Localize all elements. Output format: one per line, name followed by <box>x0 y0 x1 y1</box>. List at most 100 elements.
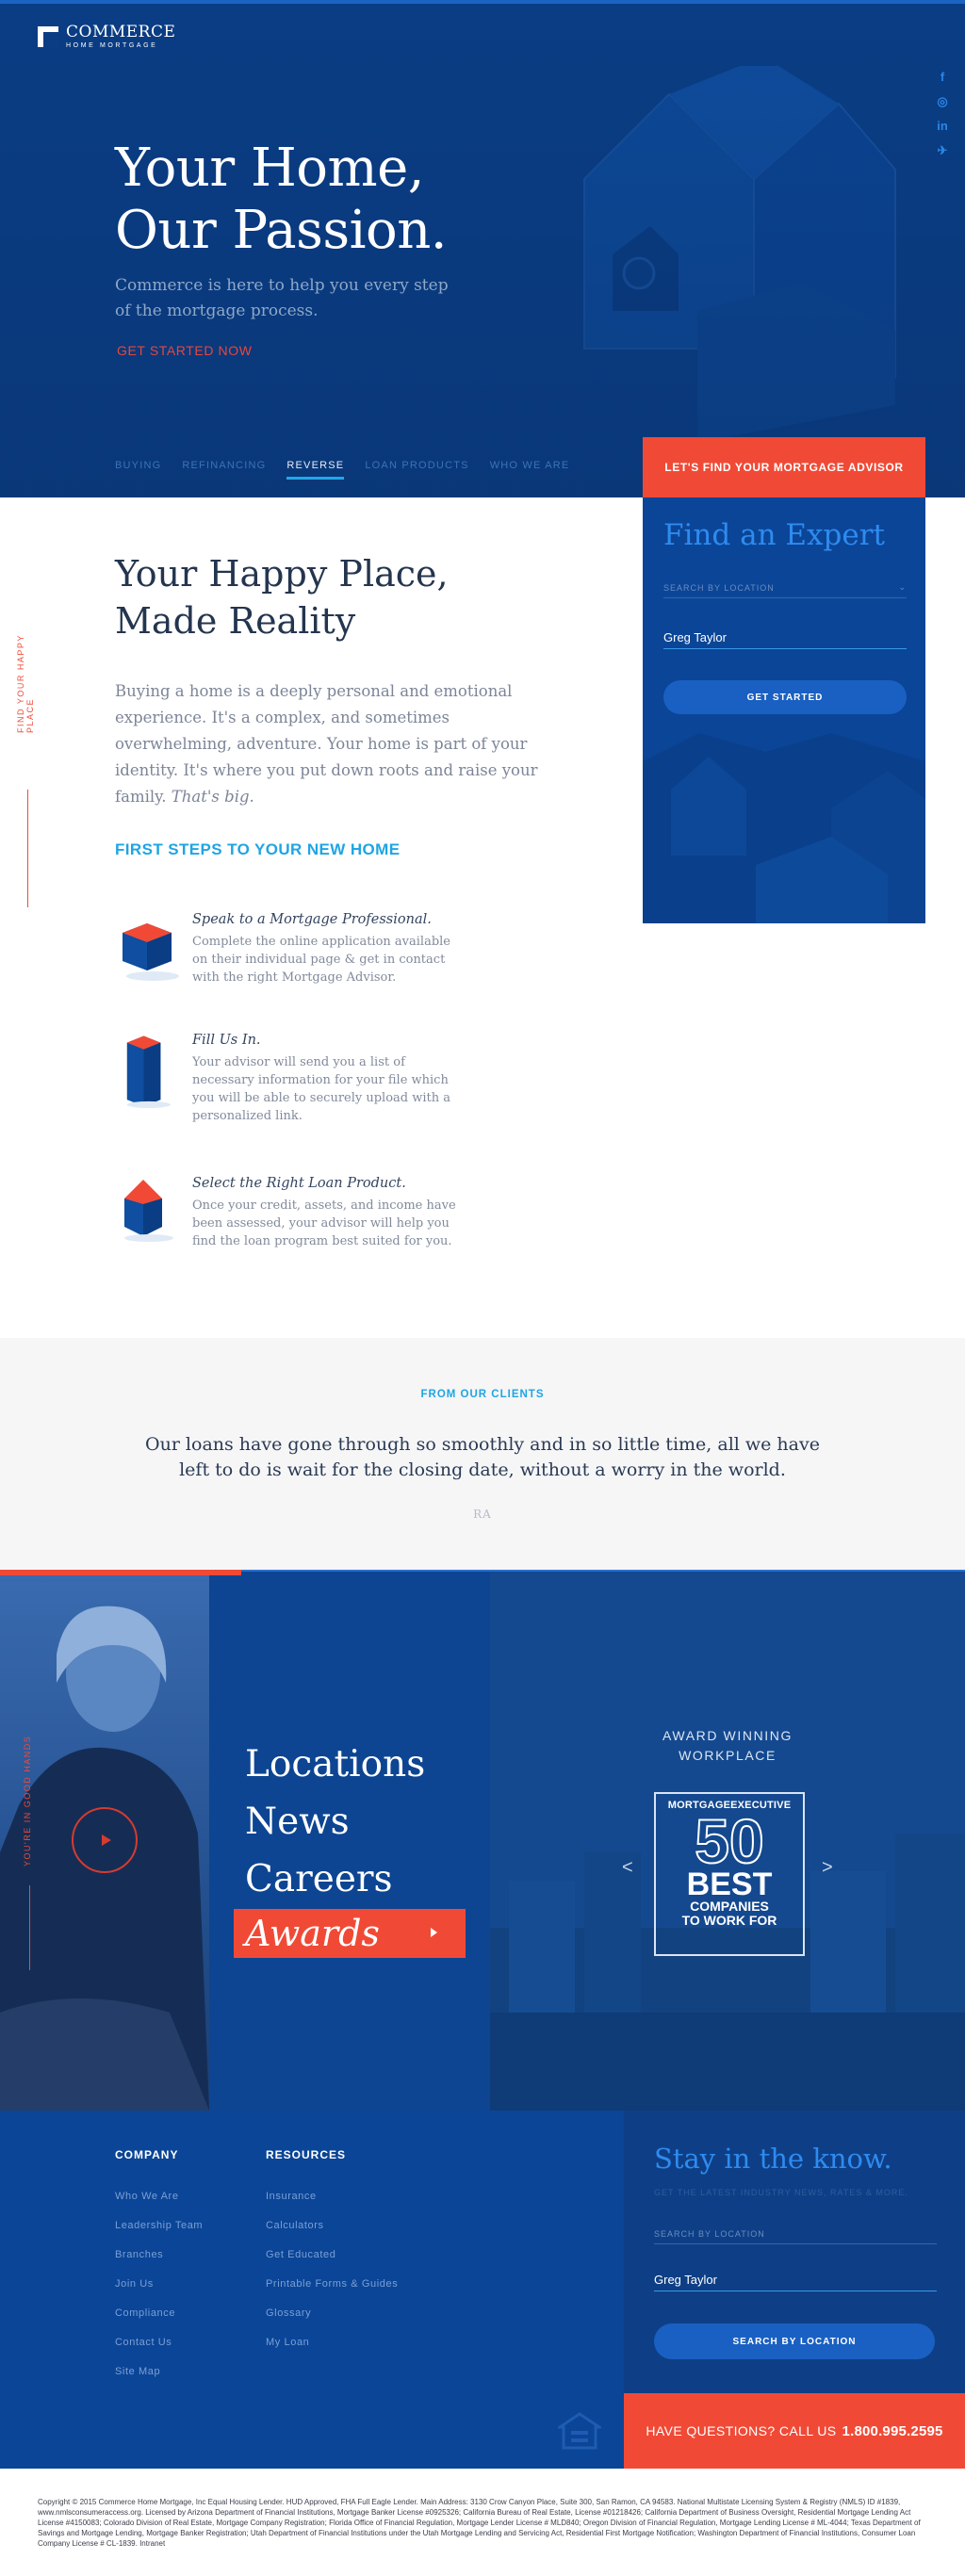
about-title-line1: Your Happy Place, <box>115 553 449 595</box>
footer-link-compliance[interactable]: Compliance <box>115 2299 203 2328</box>
hero-section: COMMERCE HOME MORTGAGE f ◎ in ✈ Your Hom… <box>0 0 965 497</box>
company-links: COMPANY Who We Are Leadership Team Branc… <box>115 2148 203 2387</box>
nav-item-reverse[interactable]: REVERSE <box>286 460 345 480</box>
links-awards-section: YOU'RE IN GOOD HANDS Locations News Care… <box>0 1570 965 2111</box>
about-title-line2: Made Reality <box>115 600 356 642</box>
social-links: f ◎ in ✈ <box>935 70 950 158</box>
testimonial-initials: RA <box>473 1508 492 1521</box>
newsletter-subtitle: GET THE LATEST INDUSTRY NEWS, RATES & MO… <box>654 2188 908 2197</box>
step-description: Your advisor will send you a list of nec… <box>192 1055 451 1123</box>
newsletter-panel: Stay in the know. GET THE LATEST INDUSTR… <box>624 2111 965 2393</box>
facebook-icon[interactable]: f <box>935 70 950 85</box>
twitter-icon[interactable]: ✈ <box>935 143 950 158</box>
building-icon <box>123 923 179 981</box>
step-description: Once your credit, assets, and income hav… <box>192 1198 456 1248</box>
legal-text: Copyright © 2015 Commerce Home Mortgage,… <box>38 2498 921 2548</box>
expert-name-input[interactable]: Greg Taylor <box>663 627 907 649</box>
footer-link-printable-forms[interactable]: Printable Forms & Guides <box>266 2270 398 2299</box>
side-label-text: FIND YOUR HAPPY PLACE <box>16 634 35 733</box>
newsletter-location-select[interactable]: SEARCH BY LOCATION <box>654 2224 937 2244</box>
commerce-logo[interactable]: COMMERCE HOME MORTGAGE <box>38 24 175 49</box>
find-your-happy-place-label: FIND YOUR HAPPY PLACE <box>16 601 54 907</box>
linkedin-icon[interactable]: in <box>935 119 950 134</box>
badge-number: 50 <box>694 1806 764 1876</box>
equal-housing-icon <box>558 2412 601 2450</box>
company-heading: COMPANY <box>115 2148 179 2161</box>
nav-item-who-we-are[interactable]: WHO WE ARE <box>490 460 570 480</box>
play-icon <box>101 1834 111 1846</box>
nav-item-buying[interactable]: BUYING <box>115 460 161 480</box>
badge-line1: COMPANIES <box>690 1899 769 1914</box>
nav-item-refinancing[interactable]: REFINANCING <box>182 460 266 480</box>
play-video-button[interactable] <box>72 1807 138 1873</box>
newsletter-title: Stay in the know. <box>654 2143 892 2175</box>
arrow-right-icon <box>431 1928 437 1937</box>
footer-link-glossary[interactable]: Glossary <box>266 2299 398 2328</box>
step-description: Complete the online application availabl… <box>192 935 450 985</box>
hero-title-line1: Your Home, <box>115 138 425 199</box>
expert-house-illustration <box>643 733 925 923</box>
instagram-icon[interactable]: ◎ <box>935 94 950 109</box>
footer-link-leadership-team[interactable]: Leadership Team <box>115 2211 203 2241</box>
news-link[interactable]: News <box>245 1793 425 1850</box>
footer-link-join-us[interactable]: Join Us <box>115 2270 203 2299</box>
footer-link-contact-us[interactable]: Contact Us <box>115 2328 203 2357</box>
footer-link-get-educated[interactable]: Get Educated <box>266 2241 398 2270</box>
step-title: Select the Right Loan Product. <box>192 1176 406 1191</box>
phone-number: 1.800.995.2595 <box>842 2422 943 2439</box>
testimonial-section: FROM OUR CLIENTS Our loans have gone thr… <box>0 1338 965 1570</box>
tower-icon <box>126 1035 171 1108</box>
resources-heading: RESOURCES <box>266 2148 347 2161</box>
testimonial-label: FROM OUR CLIENTS <box>420 1389 545 1400</box>
search-by-location-button[interactable]: SEARCH BY LOCATION <box>654 2323 935 2359</box>
step-title: Speak to a Mortgage Professional. <box>192 912 432 927</box>
award-heading: AWARD WINNING WORKPLACE <box>490 1726 965 1766</box>
footer-link-calculators[interactable]: Calculators <box>266 2211 398 2241</box>
careers-link[interactable]: Careers <box>245 1850 425 1908</box>
questions-label: HAVE QUESTIONS? CALL US <box>646 2423 837 2438</box>
award-heading-line1: AWARD WINNING <box>662 1728 793 1743</box>
awards-link[interactable]: Awards <box>234 1909 466 1958</box>
links-list: Locations News Careers <box>245 1736 425 1908</box>
get-started-now-link[interactable]: GET STARTED NOW <box>117 343 253 358</box>
find-advisor-button[interactable]: LET'S FIND YOUR MORTGAGE ADVISOR <box>643 437 925 497</box>
testimonial-quote: Our loans have gone through so smoothly … <box>145 1434 820 1480</box>
footer-link-site-map[interactable]: Site Map <box>115 2357 203 2387</box>
best-companies-badge: MORTGAGEEXECUTIVE 50 BEST COMPANIES TO W… <box>654 1792 805 1956</box>
logo-text: COMMERCE HOME MORTGAGE <box>66 23 176 50</box>
award-heading-line2: WORKPLACE <box>679 1748 777 1763</box>
badge-line2: TO WORK FOR <box>681 1913 777 1928</box>
badge-best: BEST <box>686 1867 773 1902</box>
awards-label: Awards <box>245 1913 380 1954</box>
find-expert-title: Find an Expert <box>663 518 885 552</box>
logo-name: COMMERCE <box>66 23 176 41</box>
advisor-photo: YOU'RE IN GOOD HANDS <box>0 1570 209 2111</box>
house-icon <box>124 1180 173 1242</box>
step-title: Fill Us In. <box>192 1033 261 1048</box>
award-city-panel: AWARD WINNING WORKPLACE MORTGAGEEXECUTIV… <box>490 1570 965 2111</box>
expert-get-started-button[interactable]: GET STARTED <box>663 680 907 714</box>
expert-location-placeholder: SEARCH BY LOCATION <box>663 582 775 593</box>
main-nav: BUYING REFINANCING REVERSE LOAN PRODUCTS… <box>115 460 569 480</box>
footer-link-branches[interactable]: Branches <box>115 2241 203 2270</box>
about-body-emphasis: That's big. <box>171 788 254 806</box>
good-hands-label: YOU'RE IN GOOD HANDS <box>23 1735 32 1867</box>
hero-title-line2: Our Passion. <box>115 200 448 261</box>
newsletter-name-input[interactable]: Greg Taylor <box>654 2269 937 2291</box>
footer-link-my-loan[interactable]: My Loan <box>266 2328 398 2357</box>
previous-award-button[interactable]: < <box>622 1857 633 1879</box>
expert-location-select[interactable]: SEARCH BY LOCATION ⌄ <box>663 578 907 598</box>
chevron-down-icon: ⌄ <box>898 582 907 592</box>
find-expert-panel: Find an Expert SEARCH BY LOCATION ⌄ Greg… <box>643 497 925 923</box>
nav-item-loan-products[interactable]: LOAN PRODUCTS <box>365 460 468 480</box>
links-top-accent <box>0 1570 241 1575</box>
footer-link-who-we-are[interactable]: Who We Are <box>115 2182 203 2211</box>
steps-heading: FIRST STEPS TO YOUR NEW HOME <box>115 840 401 858</box>
footer-link-insurance[interactable]: Insurance <box>266 2182 398 2211</box>
locations-link[interactable]: Locations <box>245 1736 425 1793</box>
next-award-button[interactable]: > <box>822 1857 833 1879</box>
site-footer: COMPANY Who We Are Leadership Team Branc… <box>0 2111 965 2469</box>
hero-title: Your Home, Our Passion. <box>115 138 448 262</box>
legal-section: Copyright © 2015 Commerce Home Mortgage,… <box>0 2469 965 2576</box>
call-us-bar[interactable]: HAVE QUESTIONS? CALL US 1.800.995.2595 <box>624 2393 965 2469</box>
